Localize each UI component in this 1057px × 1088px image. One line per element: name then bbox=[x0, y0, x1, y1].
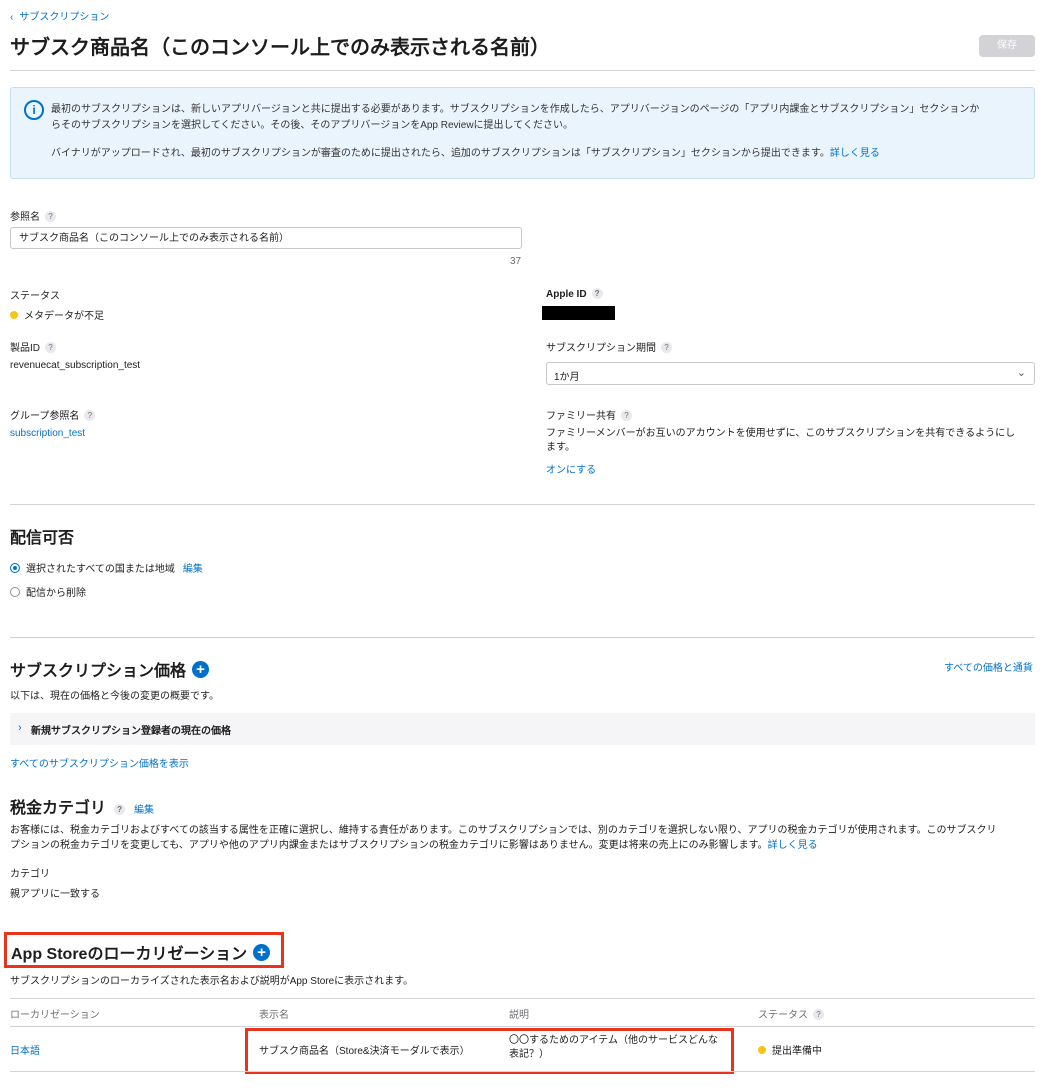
group-ref-label: グループ参照名? bbox=[10, 407, 96, 422]
pricing-row-label: 新規サブスクリプション登録者の現在の価格 bbox=[31, 726, 231, 737]
save-button[interactable]: 保存 bbox=[979, 35, 1035, 57]
page-title: サブスク商品名（このコンソール上でのみ表示される名前） bbox=[10, 37, 550, 59]
description-value: 〇〇するためのアイテム（他のサービスどんな 表記？） bbox=[509, 1035, 718, 1060]
chevron-down-icon: ⌄ bbox=[1016, 367, 1026, 379]
availability-option-remove[interactable]: 配信から削除 bbox=[10, 584, 86, 599]
chevron-left-icon: ‹ bbox=[10, 12, 14, 23]
char-count: 37 bbox=[510, 256, 522, 267]
tax-category-value: 親アプリに一致する bbox=[10, 889, 100, 900]
help-icon[interactable]: ? bbox=[84, 410, 96, 421]
radio-unchecked-icon[interactable] bbox=[10, 587, 20, 597]
availability-edit-link[interactable]: 編集 bbox=[183, 564, 203, 575]
group-ref-link[interactable]: subscription_test bbox=[10, 428, 85, 439]
duration-label: サブスクリプション期間? bbox=[546, 339, 672, 354]
availability-title: 配信可否 bbox=[10, 530, 75, 547]
family-sharing-label: ファミリー共有? bbox=[546, 407, 632, 422]
help-icon[interactable]: ? bbox=[813, 1009, 824, 1020]
availability-option-selected[interactable]: 選択されたすべての国または地域 編集 bbox=[10, 560, 203, 575]
pricing-title: サブスクリプション価格 + bbox=[10, 657, 210, 681]
breadcrumb[interactable]: ‹ サブスクリプション bbox=[10, 8, 109, 23]
help-icon[interactable]: ? bbox=[45, 342, 56, 353]
duration-select[interactable]: 1か月 ⌄ bbox=[546, 362, 1035, 385]
tax-category-label: カテゴリ bbox=[10, 869, 50, 880]
tax-edit-link[interactable]: 編集 bbox=[134, 805, 154, 816]
column-display-name: 表示名 bbox=[259, 1010, 289, 1021]
notice-line2: らそのサブスクリプションを選択してください。その後、そのアプリバージョンをApp… bbox=[51, 120, 573, 131]
apple-id-redacted bbox=[542, 306, 615, 320]
pricing-subtitle: 以下は、現在の価格と今後の変更の概要です。 bbox=[10, 691, 219, 702]
divider bbox=[10, 1071, 1035, 1072]
add-localization-icon[interactable]: + bbox=[253, 944, 271, 961]
status-label: ステータス bbox=[10, 291, 60, 302]
duration-value: 1か月 bbox=[554, 372, 580, 383]
help-icon[interactable]: ? bbox=[661, 342, 672, 353]
pricing-expand-row[interactable]: › 新規サブスクリプション登録者の現在の価格 bbox=[10, 713, 1035, 745]
divider bbox=[10, 70, 1035, 71]
product-id-value: revenuecat_subscription_test bbox=[10, 360, 141, 371]
chevron-right-icon: › bbox=[18, 722, 22, 734]
help-icon[interactable]: ? bbox=[621, 410, 632, 421]
radio-checked-icon[interactable] bbox=[10, 563, 20, 573]
display-name-value: サブスク商品名（Store&決済モーダルで表示） bbox=[259, 1046, 470, 1057]
row-status: 提出準備中 bbox=[758, 1042, 822, 1057]
column-description: 説明 bbox=[509, 1010, 529, 1021]
reference-name-label: 参照名? bbox=[10, 208, 56, 223]
help-icon[interactable]: ? bbox=[114, 804, 126, 815]
product-id-label: 製品ID? bbox=[10, 339, 56, 354]
add-price-icon[interactable]: + bbox=[192, 661, 210, 678]
help-icon[interactable]: ? bbox=[45, 211, 56, 222]
column-localization: ローカリゼーション bbox=[10, 1010, 100, 1021]
tax-title: 税金カテゴリ? 編集 bbox=[10, 800, 155, 817]
localization-link[interactable]: 日本語 bbox=[10, 1042, 40, 1057]
warning-dot-icon bbox=[10, 311, 18, 319]
show-all-prices-link[interactable]: すべてのサブスクリプション価格を表示 bbox=[10, 755, 189, 770]
divider bbox=[10, 637, 1035, 638]
reference-name-input[interactable]: サブスク商品名（このコンソール上でのみ表示される名前） bbox=[10, 227, 522, 249]
enable-family-sharing-link[interactable]: オンにする bbox=[546, 461, 596, 476]
divider bbox=[10, 998, 1035, 999]
help-icon[interactable]: ? bbox=[591, 288, 603, 299]
breadcrumb-label: サブスクリプション bbox=[19, 12, 110, 23]
localization-title: App Storeのローカリゼーション + bbox=[11, 940, 271, 964]
info-notice: i 最初のサブスクリプションは、新しいアプリバージョンと共に提出する必要がありま… bbox=[10, 87, 1035, 179]
notice-line1: 最初のサブスクリプションは、新しいアプリバージョンと共に提出する必要があります。… bbox=[51, 104, 980, 115]
localization-subtitle: サブスクリプションのローカライズされた表示名および説明がApp Storeに表示… bbox=[10, 976, 414, 987]
apple-id-label: Apple ID? bbox=[546, 288, 603, 300]
info-icon: i bbox=[24, 100, 44, 120]
tax-description: お客様には、税金カテゴリおよびすべての該当する属性を正確に選択し、維持する責任が… bbox=[10, 825, 997, 851]
notice-line3: バイナリがアップロードされ、最初のサブスクリプションが審査のために提出されたら、… bbox=[51, 148, 830, 159]
tax-learn-more-link[interactable]: 詳しく見る bbox=[768, 840, 818, 851]
status-value: メタデータが不足 bbox=[10, 307, 104, 322]
all-prices-link[interactable]: すべての価格と通貨 bbox=[944, 659, 1033, 674]
divider bbox=[10, 1026, 1035, 1027]
learn-more-link[interactable]: 詳しく見る bbox=[830, 148, 880, 159]
warning-dot-icon bbox=[758, 1046, 766, 1054]
family-sharing-desc: ファミリーメンバーがお互いのアカウントを使用せずに、このサブスクリプションを共有… bbox=[546, 428, 1016, 453]
column-status: ステータス? bbox=[758, 1006, 824, 1021]
divider bbox=[10, 504, 1035, 505]
